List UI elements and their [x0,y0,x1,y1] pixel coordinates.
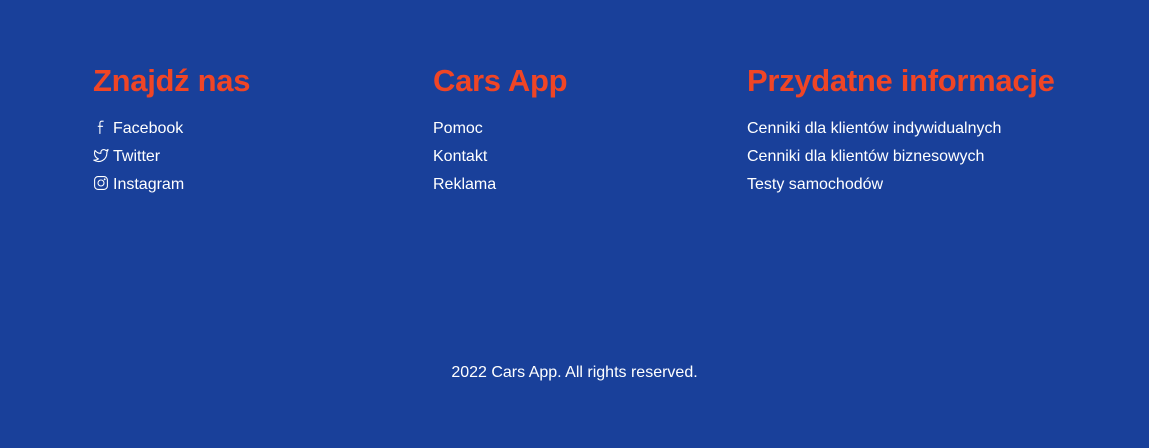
car-tests-link[interactable]: Testy samochodów [747,176,1055,204]
advertising-link[interactable]: Reklama [433,176,567,204]
cars-app-section: Cars App Pomoc Kontakt Reklama [433,62,568,204]
facebook-icon [93,119,109,135]
cars-app-links-list: Pomoc Kontakt Reklama [433,120,567,204]
find-us-section: Znajdź nas Facebook Twitter Instagram [93,62,251,204]
useful-info-section: Przydatne informacje Cenniki dla klientó… [747,62,1055,204]
contact-link[interactable]: Kontakt [433,148,567,176]
useful-info-links-list: Cenniki dla klientów indywidualnych Cenn… [747,120,1055,204]
business-pricing-link[interactable]: Cenniki dla klientów biznesowych [747,148,1055,176]
help-link[interactable]: Pomoc [433,120,567,148]
useful-info-heading: Przydatne informacje [747,63,1055,98]
individual-pricing-link[interactable]: Cenniki dla klientów indywidualnych [747,120,1055,148]
instagram-link[interactable]: Instagram [93,176,250,204]
instagram-icon [93,175,109,191]
find-us-heading: Znajdź nas [93,63,251,98]
facebook-link[interactable]: Facebook [93,120,250,148]
copyright-text: 2022 Cars App. All rights reserved. [451,364,698,381]
twitter-label: Twitter [113,148,161,165]
cars-app-heading: Cars App [433,63,568,98]
twitter-icon [93,147,109,163]
instagram-label: Instagram [113,176,185,193]
twitter-link[interactable]: Twitter [93,148,250,176]
facebook-label: Facebook [113,120,184,137]
social-links-list: Facebook Twitter Instagram [93,120,250,204]
